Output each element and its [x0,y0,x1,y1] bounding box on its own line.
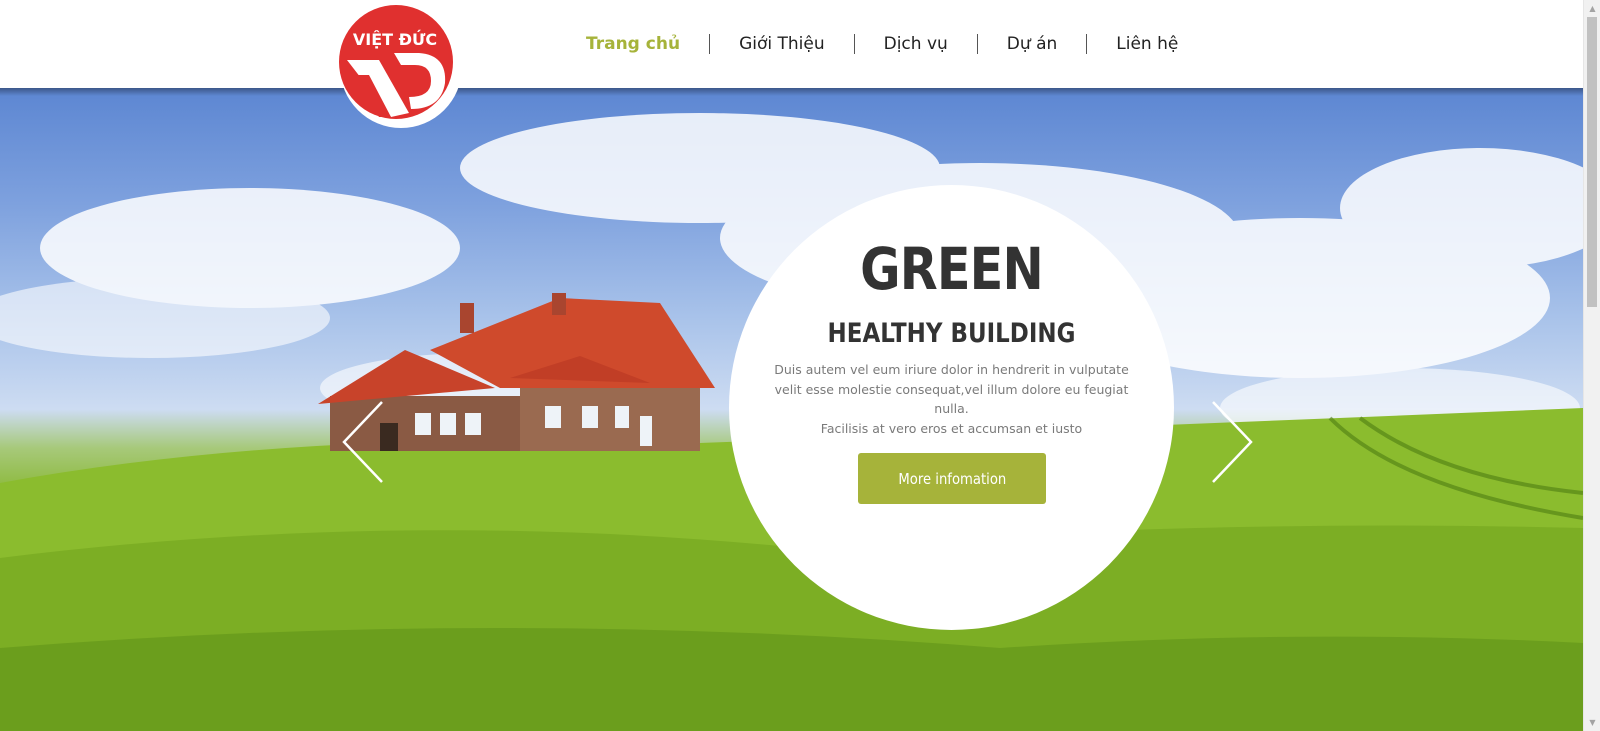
site-logo[interactable]: VIỆT ĐỨC [339,5,463,129]
hero-description-line: Facilisis at vero eros et accumsan et iu… [820,420,1083,436]
hero-title: GREEN [860,235,1044,303]
hero-subtitle: HEALTHY BUILDING [827,318,1076,349]
nav-item-contact[interactable]: Liên hệ [1087,34,1207,54]
button-label: More infomation [898,469,1006,488]
logo-text: VIỆT ĐỨC [353,29,437,49]
page-scrollbar[interactable]: ▲ ▼ [1583,0,1600,731]
chevron-right-icon [1212,401,1253,483]
scrollbar-thumb[interactable] [1587,17,1597,307]
scroll-up-arrow-icon[interactable]: ▲ [1584,0,1600,17]
slider-prev-button[interactable] [340,400,390,484]
hero-caption-card: GREEN HEALTHY BUILDING Duis autem vel eu… [729,185,1174,630]
main-nav: Trang chủ Giới Thiệu Dịch vụ Dự án Liên … [568,0,1207,88]
nav-item-about[interactable]: Giới Thiệu [710,34,854,54]
nav-item-services[interactable]: Dịch vụ [855,34,977,54]
nav-item-home[interactable]: Trang chủ [568,34,709,54]
slider-next-button[interactable] [1205,400,1255,484]
hero-description: Duis autem vel eum iriure dolor in hendr… [769,360,1134,438]
viet-duc-logo-icon: VIỆT ĐỨC [339,5,462,128]
nav-item-projects[interactable]: Dự án [978,34,1086,54]
site-header: Trang chủ Giới Thiệu Dịch vụ Dự án Liên … [0,0,1583,88]
more-information-button[interactable]: More infomation [858,453,1046,504]
chevron-left-icon [342,401,383,483]
hero-description-line: Duis autem vel eum iriure dolor in hendr… [774,362,1129,416]
header-shadow [0,88,1583,96]
scroll-down-arrow-icon[interactable]: ▼ [1584,714,1600,731]
